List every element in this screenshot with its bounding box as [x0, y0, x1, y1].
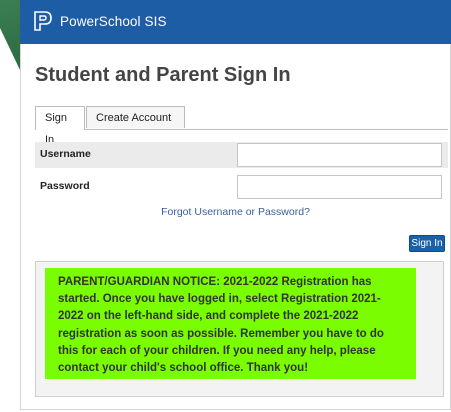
- tab-bar: Sign In Create Account: [35, 106, 448, 146]
- page-title: Student and Parent Sign In: [35, 64, 291, 86]
- tab-create-account[interactable]: Create Account: [86, 106, 185, 128]
- brand-name: PowerSchool SIS: [60, 13, 167, 29]
- powerschool-logo-icon: [34, 11, 52, 31]
- username-input[interactable]: [237, 143, 442, 167]
- sign-in-button[interactable]: Sign In: [409, 235, 445, 252]
- username-row: Username: [35, 142, 448, 168]
- sign-in-panel: Student and Parent Sign In Sign In Creat…: [20, 44, 451, 410]
- forgot-credentials-link[interactable]: Forgot Username or Password?: [21, 206, 450, 218]
- password-row: Password: [35, 174, 448, 200]
- corner-decoration: [0, 0, 20, 70]
- password-label: Password: [40, 180, 90, 192]
- password-input[interactable]: [237, 175, 442, 199]
- top-header-bar: PowerSchool SIS: [20, 0, 451, 44]
- username-label: Username: [40, 148, 91, 160]
- registration-notice: PARENT/GUARDIAN NOTICE: 2021-2022 Regist…: [45, 268, 416, 379]
- notice-container: PARENT/GUARDIAN NOTICE: 2021-2022 Regist…: [35, 261, 444, 397]
- brand-logo[interactable]: PowerSchool SIS: [34, 10, 167, 32]
- tab-sign-in[interactable]: Sign In: [35, 106, 85, 146]
